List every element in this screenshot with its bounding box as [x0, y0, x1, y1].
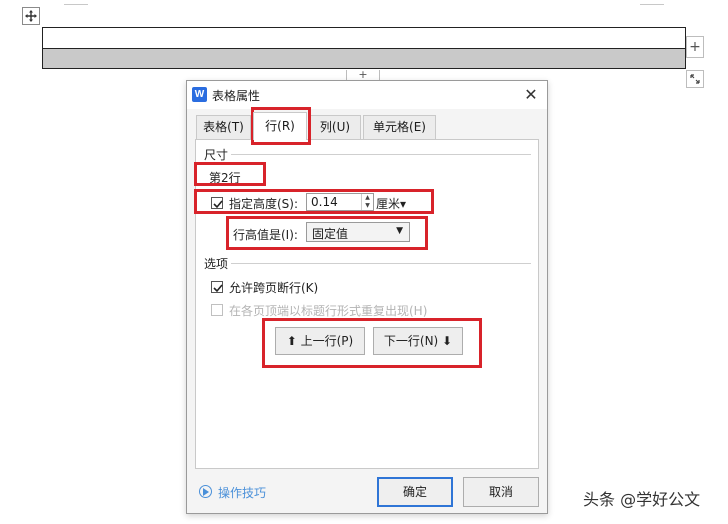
- height-unit-select[interactable]: 厘米▾: [376, 195, 406, 212]
- dialog-title: 表格属性: [212, 89, 261, 103]
- tab-column[interactable]: 列(U): [309, 115, 361, 139]
- repeat-header-checkbox[interactable]: [211, 304, 223, 316]
- row-number-label: 第2行: [209, 171, 241, 185]
- allow-break-label: 允许跨页断行(K): [229, 281, 319, 295]
- previous-row-button[interactable]: ⬆ 上一行(P): [275, 327, 365, 355]
- table-properties-dialog: W 表格属性 ✕ 表格(T) 行(R) 列(U) 单元格(E) 尺寸 第2行 指…: [186, 80, 548, 514]
- watermark-text: 头条 @学好公文: [583, 490, 701, 509]
- tab-row[interactable]: 行(R): [253, 112, 307, 140]
- selected-table-row[interactable]: [43, 48, 685, 68]
- page-margin-marker-right: [640, 0, 664, 5]
- size-section-heading: 尺寸: [204, 148, 229, 162]
- options-section-heading: 选项: [204, 257, 229, 271]
- height-rule-dropdown[interactable]: 固定值 ▼: [306, 222, 410, 242]
- next-row-button[interactable]: 下一行(N) ⬇: [373, 327, 463, 355]
- wps-app-icon: W: [192, 87, 207, 102]
- tab-table[interactable]: 表格(T): [196, 115, 251, 139]
- tips-link[interactable]: 操作技巧: [218, 484, 266, 501]
- row-height-value: 0.14: [311, 195, 338, 209]
- cancel-button[interactable]: 取消: [463, 477, 539, 507]
- repeat-header-label: 在各页顶端以标题行形式重复出现(H): [229, 304, 428, 318]
- size-section-divider: [231, 154, 531, 155]
- play-circle-icon[interactable]: [199, 485, 212, 498]
- height-rule-label: 行高值是(I):: [233, 228, 298, 242]
- allow-break-checkbox[interactable]: [211, 281, 223, 293]
- specify-height-label: 指定高度(S):: [229, 197, 299, 211]
- ok-button[interactable]: 确定: [377, 477, 453, 507]
- page-margin-marker-left: [64, 0, 88, 5]
- tab-cell[interactable]: 单元格(E): [363, 115, 436, 139]
- table-move-handle-icon[interactable]: [22, 7, 40, 25]
- chevron-down-icon: ▼: [396, 226, 403, 236]
- specify-height-checkbox[interactable]: [211, 197, 223, 209]
- options-section-divider: [231, 263, 531, 264]
- close-button[interactable]: ✕: [521, 85, 541, 105]
- dialog-titlebar: W 表格属性 ✕: [187, 81, 547, 109]
- add-column-button[interactable]: +: [686, 36, 704, 58]
- row-height-input[interactable]: 0.14 ▲ ▼: [306, 193, 374, 211]
- table-resize-icon[interactable]: [686, 70, 704, 88]
- height-rule-value: 固定值: [312, 227, 349, 241]
- spin-arrows-icon[interactable]: ▲ ▼: [361, 194, 373, 210]
